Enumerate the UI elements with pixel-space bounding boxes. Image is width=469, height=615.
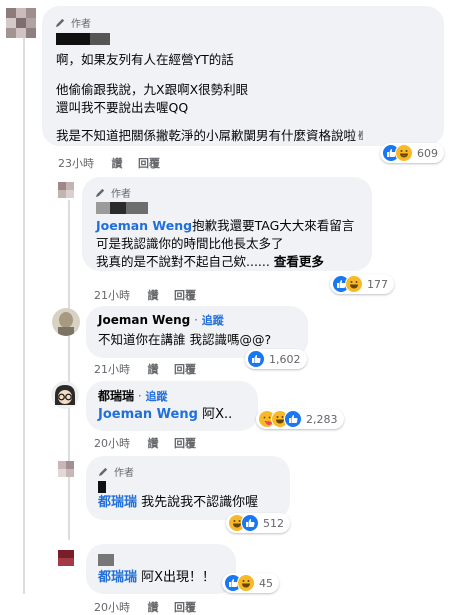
haha-reaction-icon — [237, 574, 255, 592]
comment-bubble: 作者 啊，如果友列有人在經營YT的話 他偷偷跟我說，九X跟啊X很勢利眼 還叫我不… — [42, 6, 444, 146]
timestamp[interactable]: 21小時 — [94, 361, 130, 377]
author-badge: 作者 — [98, 464, 134, 479]
comment-bubble: 作者 都瑞瑞 我先說我不認識你喔 — [86, 456, 290, 520]
reaction-summary[interactable]: 609 — [380, 143, 444, 163]
reaction-summary[interactable]: 177 — [330, 274, 394, 294]
comment-line: 我是不知道把關係撇乾淨的小屌歉闌男有什麼資格說啦✌ — [56, 128, 367, 143]
redacted-name — [110, 202, 126, 214]
timestamp[interactable]: 21小時 — [94, 287, 130, 303]
comment-line: 可是我認識你的時間比他長太多了 — [96, 236, 284, 251]
reaction-summary[interactable]: 2,283 — [256, 409, 344, 429]
comment-bubble: 都瑞瑞 阿X出現！！ — [86, 544, 236, 594]
reaction-count: 512 — [263, 516, 284, 530]
reply-button[interactable]: 回覆 — [174, 599, 196, 615]
redacted-name — [126, 202, 148, 214]
comment-actions: 20小時 讚 回覆 — [94, 599, 208, 615]
redacted-name — [96, 202, 110, 214]
timestamp[interactable]: 23小時 — [58, 155, 94, 171]
avatar[interactable] — [58, 550, 74, 566]
timestamp[interactable]: 20小時 — [94, 599, 130, 615]
follow-button[interactable]: 追蹤 — [146, 390, 168, 403]
comment-actions: 20小時 讚 回覆 — [94, 435, 208, 451]
thread-line — [68, 200, 70, 540]
reply-button[interactable]: 回覆 — [174, 361, 196, 377]
pen-icon — [95, 188, 105, 198]
comment-actions: 23小時 讚 回覆 — [58, 155, 172, 171]
reaction-summary[interactable]: 45 — [222, 573, 279, 593]
commenter-name[interactable]: Joeman Weng — [98, 313, 190, 327]
reply-button[interactable]: 回覆 — [174, 287, 196, 303]
reaction-summary[interactable]: 512 — [226, 513, 290, 533]
redacted-name — [90, 33, 110, 45]
comment-header: 都瑞瑞 · 追蹤 — [98, 389, 168, 403]
comment-line: 我真的是不說對不起自己欸...... 查看更多 — [96, 254, 324, 269]
author-badge-label: 作者 — [71, 19, 91, 30]
author-badge: 作者 — [55, 15, 91, 30]
avatar[interactable] — [6, 8, 36, 38]
reaction-summary[interactable]: 1,602 — [245, 349, 307, 369]
pen-icon — [98, 467, 108, 477]
reply-button[interactable]: 回覆 — [138, 155, 160, 171]
avatar[interactable] — [51, 381, 79, 409]
like-button[interactable]: 讚 — [148, 287, 159, 303]
like-button[interactable]: 讚 — [148, 435, 159, 451]
like-button[interactable]: 讚 — [112, 155, 123, 171]
comment-actions: 21小時 讚 回覆 — [94, 287, 208, 303]
reply-button[interactable]: 回覆 — [174, 435, 196, 451]
comment-line: Joeman Weng 阿X.. — [98, 407, 233, 422]
like-reaction-icon — [247, 350, 265, 368]
reaction-count: 177 — [367, 277, 388, 291]
reaction-count: 45 — [259, 576, 273, 590]
comment-actions: 21小時 讚 回覆 — [94, 361, 208, 377]
avatar[interactable] — [52, 308, 80, 336]
see-more-link[interactable]: 查看更多 — [274, 254, 324, 269]
comment-line: 都瑞瑞 阿X出現！！ — [98, 570, 216, 585]
reaction-count: 2,283 — [306, 412, 338, 426]
redacted-name — [56, 33, 90, 45]
mention-link[interactable]: 都瑞瑞 — [98, 495, 137, 510]
timestamp[interactable]: 20小時 — [94, 435, 130, 451]
avatar[interactable] — [58, 461, 74, 477]
mention-link[interactable]: 都瑞瑞 — [98, 570, 137, 585]
like-reaction-icon — [284, 410, 302, 428]
like-button[interactable]: 讚 — [148, 599, 159, 615]
like-button[interactable]: 讚 — [148, 361, 159, 377]
comment-line: Joeman Weng抱歉我還要TAG大大來看留言 — [96, 218, 355, 233]
comment-line: 都瑞瑞 我先說我不認識你喔 — [98, 495, 259, 510]
follow-button[interactable]: 追蹤 — [202, 314, 224, 327]
avatar[interactable] — [58, 182, 74, 198]
comment-line: 啊，如果友列有人在經營YT的話 — [56, 52, 234, 67]
comment-line: 不知道你在講誰 我認識嗎@@? — [98, 332, 272, 347]
comment-line: 他偷偷跟我說，九X跟啊X很勢利眼 — [56, 82, 249, 97]
mention-link[interactable]: Joeman Weng — [96, 218, 192, 233]
like-reaction-icon — [241, 514, 259, 532]
comment-line: 還叫我不要說出去喔QQ — [56, 100, 189, 115]
pen-icon — [55, 18, 65, 28]
redacted-name — [98, 554, 114, 566]
comment-bubble: 作者 Joeman Weng抱歉我還要TAG大大來看留言 可是我認識你的時間比他… — [82, 177, 372, 271]
author-badge-label: 作者 — [111, 189, 131, 200]
reaction-count: 609 — [417, 146, 438, 160]
comment-header: Joeman Weng · 追蹤 — [98, 313, 224, 327]
author-badge: 作者 — [95, 185, 131, 200]
reaction-count: 1,602 — [269, 352, 301, 366]
commenter-name[interactable]: 都瑞瑞 — [98, 389, 134, 403]
thread-line — [23, 34, 25, 594]
haha-reaction-icon — [345, 275, 363, 293]
author-badge-label: 作者 — [114, 468, 134, 479]
comment-bubble: 都瑞瑞 · 追蹤 Joeman Weng 阿X.. — [86, 381, 258, 431]
redacted-name — [98, 481, 106, 493]
haha-reaction-icon — [395, 144, 413, 162]
mention-link[interactable]: Joeman Weng — [98, 407, 198, 422]
